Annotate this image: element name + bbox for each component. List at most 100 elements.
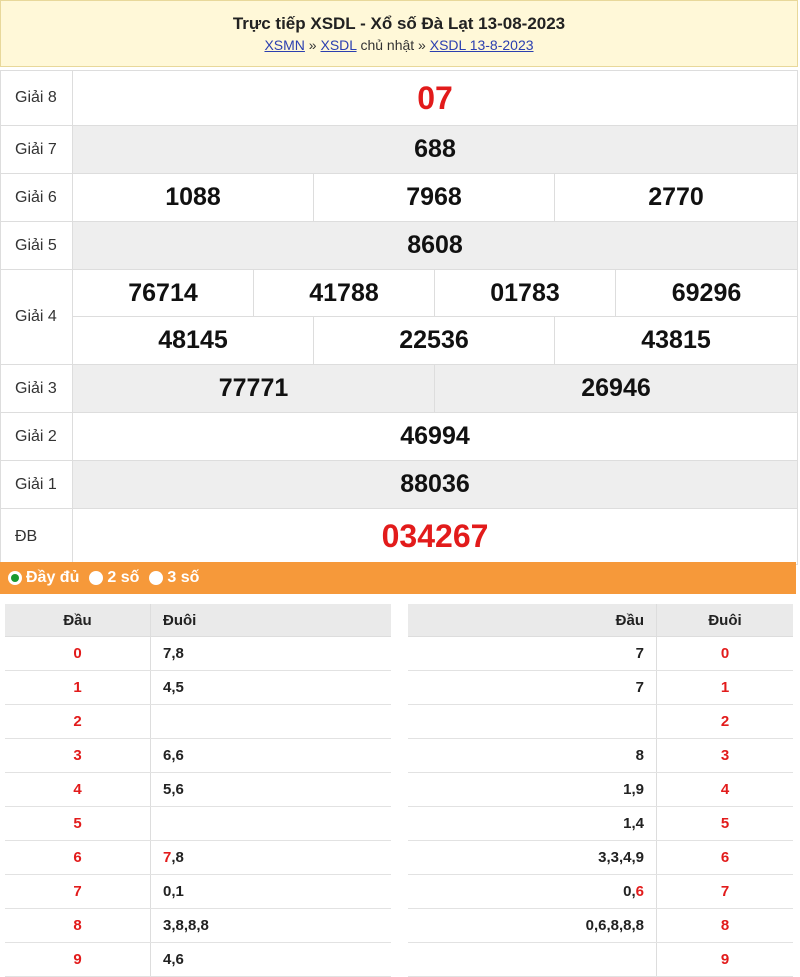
table-row: 3,3,4,9 6 xyxy=(408,840,793,875)
tail-digits xyxy=(150,806,391,841)
column-header-tail: Đuôi xyxy=(150,604,391,637)
table-row: 3 6,6 xyxy=(5,738,391,773)
prize-row-2: Giải 2 46994 xyxy=(0,412,799,461)
tail-digits: 5,6 xyxy=(150,772,391,807)
option-label: Đầy đủ xyxy=(26,569,80,586)
prize-number: 77771 xyxy=(72,364,435,413)
head-digit: 9 xyxy=(5,942,151,977)
prize-number: 43815 xyxy=(553,316,799,365)
tail-digits: 0,1 xyxy=(150,874,391,909)
table-row: 83 xyxy=(408,738,793,773)
table-row: 8 3,8,8,8 xyxy=(5,908,391,943)
head-digit: 7 xyxy=(5,874,151,909)
head-digits: 3,3,4,9 xyxy=(408,840,657,875)
option-full[interactable]: Đầy đủ xyxy=(8,569,79,587)
table-row: 1 4,5 xyxy=(5,670,391,705)
radio-icon[interactable] xyxy=(89,571,104,585)
table-row: 0 7,8 xyxy=(5,636,391,671)
breadcrumb-date-link[interactable]: XSDL 13-8-2023 xyxy=(430,37,534,53)
prize-row-7: Giải 7 688 xyxy=(0,125,799,174)
results-table: Giải 8 07 Giải 7 688 Giải 6 1088 7968 27… xyxy=(0,70,799,565)
option-three-digits[interactable]: 3 số xyxy=(149,569,199,587)
table-row: 2 xyxy=(408,704,793,739)
tail-rest: ,8 xyxy=(171,849,184,866)
radio-selected-icon[interactable] xyxy=(8,571,22,585)
prize-row-1: Giải 1 88036 xyxy=(0,460,799,509)
prize-row-special: ĐB 034267 xyxy=(0,508,799,565)
table-row: 6 7,8 xyxy=(5,840,391,875)
head-digit: 4 xyxy=(5,772,151,807)
head-digits: 1,4 xyxy=(408,806,657,841)
tail-digit: 6 xyxy=(656,840,793,875)
prize-label: Giải 7 xyxy=(0,125,73,174)
tail-digit: 2 xyxy=(656,704,793,739)
tail-digits: 4,6 xyxy=(150,942,391,977)
special-prize-number: 034267 xyxy=(71,508,799,565)
tail-digit: 0 xyxy=(656,636,793,671)
head-digit: 8 xyxy=(5,908,151,943)
loto-tail-table: Đầu Đuôi 70 71 2 83 1,9 4 1,4 5 3,3,4,9 6 0… xyxy=(408,604,793,977)
head-digits xyxy=(408,942,657,977)
head-digit: 5 xyxy=(5,806,151,841)
prize-number: 69296 xyxy=(614,269,799,317)
prize-number: 8608 xyxy=(71,221,799,270)
prize-number: 76714 xyxy=(72,269,254,317)
page-title: Trực tiếp XSDL - Xổ số Đà Lạt 13-08-2023 xyxy=(232,14,566,33)
prize-number: 41788 xyxy=(253,269,435,317)
table-row: 0,6,8,8,8 8 xyxy=(408,908,793,943)
tail-digits: 7,8 xyxy=(150,840,391,875)
column-header-tail: Đuôi xyxy=(656,604,793,637)
radio-icon[interactable] xyxy=(149,571,164,585)
prize-label: Giải 6 xyxy=(0,173,73,222)
head-digit: 6 xyxy=(5,840,151,875)
tail-digit: 8 xyxy=(656,908,793,943)
prize-label: Giải 2 xyxy=(0,412,73,461)
breadcrumb-xsdl-link[interactable]: XSDL xyxy=(321,37,357,53)
breadcrumb-xsmn-link[interactable]: XSMN xyxy=(264,37,304,53)
prize-label: ĐB xyxy=(0,508,73,565)
breadcrumb: XSMN » XSDL chủ nhật » XSDL 13-8-2023 xyxy=(1,37,797,53)
breadcrumb-day-text: chủ nhật xyxy=(356,37,415,53)
tail-digits: 6,6 xyxy=(150,738,391,773)
head-digits: 0,6,8,8,8 xyxy=(408,908,657,943)
prize-number: 26946 xyxy=(433,364,799,413)
prize-label: Giải 3 xyxy=(0,364,73,413)
prize-number: 48145 xyxy=(72,316,314,365)
prize-number: 1088 xyxy=(72,173,314,222)
prize-label: Giải 8 xyxy=(0,70,73,126)
table-row: 70 xyxy=(408,636,793,671)
option-two-digits[interactable]: 2 số xyxy=(89,569,139,587)
head-digits: 7 xyxy=(408,670,657,705)
table-row: 9 4,6 xyxy=(5,942,391,977)
table-row: 7 0,1 xyxy=(5,874,391,909)
prize-label: Giải 1 xyxy=(0,460,73,509)
table-row: 4 5,6 xyxy=(5,772,391,807)
head-digit: 0 xyxy=(5,636,151,671)
table-row: 71 xyxy=(408,670,793,705)
head-digits: 0,6 xyxy=(408,874,657,909)
prize-number: 688 xyxy=(71,125,799,174)
table-row: 1,9 4 xyxy=(408,772,793,807)
display-options-bar: Đầy đủ 2 số 3 số xyxy=(0,562,796,594)
table-row: 5 xyxy=(5,806,391,841)
prize-number: 01783 xyxy=(434,269,616,317)
head-digits xyxy=(408,704,657,739)
column-header-head: Đầu xyxy=(408,604,657,637)
prize-number: 46994 xyxy=(71,412,799,461)
head-rest: 0, xyxy=(623,883,636,900)
prize-row-6: Giải 6 1088 7968 2770 xyxy=(0,173,799,222)
tail-digit: 1 xyxy=(656,670,793,705)
prize-label: Giải 4 xyxy=(0,269,73,365)
table-row: 2 xyxy=(5,704,391,739)
head-digit: 3 xyxy=(5,738,151,773)
tail-digit: 3 xyxy=(656,738,793,773)
tail-digit: 9 xyxy=(656,942,793,977)
prize-row-4b: 48145 22536 43815 xyxy=(1,316,799,365)
loto-head-table: Đầu Đuôi 0 7,8 1 4,5 2 3 6,6 4 5,6 5 6 7,8 70… xyxy=(5,604,391,977)
prize-number: 88036 xyxy=(71,460,799,509)
prize-number: 7968 xyxy=(313,173,555,222)
tail-digits: 4,5 xyxy=(150,670,391,705)
head-digits: 1,9 xyxy=(408,772,657,807)
head-digit: 2 xyxy=(5,704,151,739)
prize-row-3: Giải 3 77771 26946 xyxy=(0,364,799,413)
